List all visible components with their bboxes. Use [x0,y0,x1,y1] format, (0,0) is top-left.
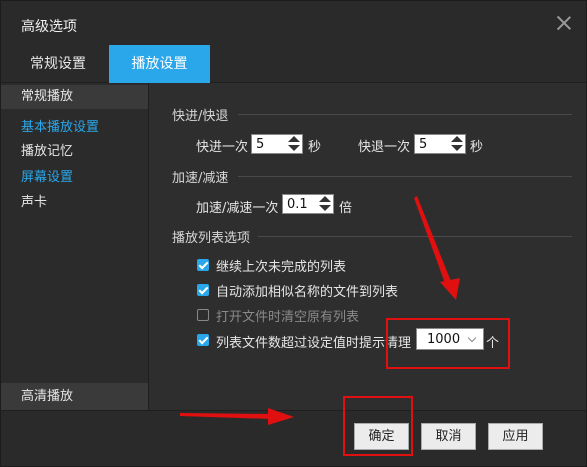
list-limit-select[interactable]: 1000 [416,328,484,350]
tab-bar: 常规设置 播放设置 [1,45,586,83]
backward-unit: 秒 [470,140,484,155]
title-bar: 高级选项 [1,1,586,45]
forward-value: 5 [256,137,265,152]
backward-value: 5 [419,137,428,152]
option-clear-on-open[interactable]: 打开文件时清空原有列表 [216,306,359,325]
section-title-seek: 快进/快退 [172,109,229,124]
checkbox-auto-add-similar[interactable] [197,284,209,296]
sidebar-item-sound-card[interactable]: 声卡 [21,191,47,210]
section-divider [258,236,572,237]
section-divider [238,114,572,115]
spin-arrows-icon[interactable] [451,136,463,152]
forward-label: 快进一次 [196,140,249,155]
sidebar-item-screen-settings[interactable]: 屏幕设置 [21,166,73,185]
option-auto-add-similar[interactable]: 自动添加相似名称的文件到列表 [216,281,398,300]
tab-general-settings[interactable]: 常规设置 [15,45,101,83]
forward-unit: 秒 [308,140,322,155]
speed-unit: 倍 [339,201,353,216]
cancel-button[interactable]: 取消 [421,423,476,450]
section-title-speed: 加速/减速 [172,171,229,186]
sidebar-item-playback-memory[interactable]: 播放记忆 [21,140,73,159]
sidebar-item-general-playback[interactable]: 常规播放 [1,85,148,109]
close-icon[interactable] [556,15,572,31]
chevron-down-icon [467,333,477,343]
list-limit-unit: 个 [486,336,500,351]
backward-label: 快退一次 [358,140,411,155]
advanced-options-dialog: 高级选项 常规设置 播放设置 常规播放 基本播放设置 播放记忆 屏幕设置 声卡 … [0,0,587,467]
checkbox-clear-on-open[interactable] [197,309,209,321]
speed-stepper[interactable]: 0.1 [282,194,334,214]
sidebar: 常规播放 基本播放设置 播放记忆 屏幕设置 声卡 高清播放 [1,83,149,410]
forward-stepper[interactable]: 5 [251,134,303,154]
speed-value: 0.1 [287,197,308,212]
settings-panel: 快进/快退 快进一次 5 秒 快退一次 5 秒 加速/减速 加速/减速一次 0.… [150,83,586,410]
option-prompt-cleanup[interactable]: 列表文件数超过设定值时提示清理 [216,332,411,351]
spin-arrows-icon[interactable] [319,196,331,212]
section-divider [238,176,572,177]
list-limit-value: 1000 [427,332,461,347]
checkbox-prompt-cleanup[interactable] [197,334,209,346]
section-title-playlist: 播放列表选项 [172,231,251,246]
backward-stepper[interactable]: 5 [414,134,466,154]
ok-button[interactable]: 确定 [354,423,409,450]
dialog-footer: 确定 取消 应用 [1,410,586,466]
tab-playback-settings[interactable]: 播放设置 [109,45,210,83]
speed-label: 加速/减速一次 [196,201,279,216]
apply-button[interactable]: 应用 [488,423,543,450]
sidebar-item-hd-playback[interactable]: 高清播放 [1,383,148,410]
spin-arrows-icon[interactable] [288,136,300,152]
sidebar-item-basic-playback[interactable]: 基本播放设置 [21,116,99,135]
dialog-title: 高级选项 [21,19,77,35]
option-continue-list[interactable]: 继续上次未完成的列表 [216,256,346,275]
checkbox-continue-list[interactable] [197,259,209,271]
